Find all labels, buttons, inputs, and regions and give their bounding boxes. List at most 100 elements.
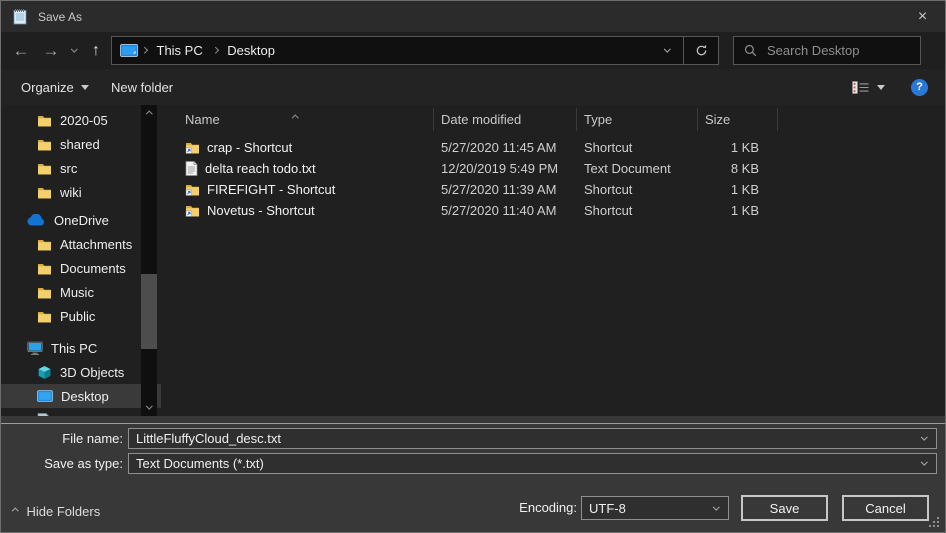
file-type: Shortcut (584, 140, 632, 155)
address-dropdown-button[interactable] (651, 37, 683, 64)
file-size: 1 KB (731, 140, 759, 155)
sidebar-item-src[interactable]: src (1, 156, 161, 180)
chevron-up-icon (12, 508, 18, 514)
footer-divider (1, 423, 945, 424)
recent-locations-button[interactable] (65, 32, 83, 69)
notepad-icon (11, 8, 29, 26)
folder-shortcut-icon (185, 204, 200, 217)
save-as-type-combobox[interactable]: Text Documents (*.txt) (128, 453, 937, 474)
column-divider[interactable] (433, 108, 434, 131)
command-toolbar: Organize New folder ? (1, 69, 945, 105)
file-name-label: File name: (1, 428, 123, 449)
sidebar-item-label: Desktop (61, 389, 109, 404)
search-box[interactable] (733, 36, 921, 65)
back-button[interactable]: ← (7, 32, 35, 69)
column-header-size[interactable]: Size (697, 105, 777, 134)
save-as-dialog: Save As × ← → ↑ This PC Desktop Organize (0, 0, 946, 533)
file-name: FIREFIGHT - Shortcut (207, 182, 335, 197)
breadcrumb-this-pc[interactable]: This PC (151, 43, 209, 58)
sidebar-item-shared[interactable]: shared (1, 132, 161, 156)
resize-grip-icon[interactable] (929, 517, 940, 528)
up-button[interactable]: ↑ (83, 32, 109, 69)
file-rows: crap - Shortcut 5/27/2020 11:45 AM Shortcu… (161, 137, 945, 221)
sidebar-scrollbar[interactable] (141, 105, 157, 416)
sidebar-item-music[interactable]: Music (1, 280, 161, 304)
folder-icon (37, 114, 52, 127)
sidebar-item-label: OneDrive (54, 213, 109, 228)
folder-shortcut-icon (185, 141, 200, 154)
file-name-combobox[interactable]: LittleFluffyCloud_desc.txt (128, 428, 937, 449)
refresh-button[interactable] (684, 37, 718, 64)
chevron-down-icon[interactable] (921, 459, 927, 465)
address-row: ← → ↑ This PC Desktop (1, 32, 945, 69)
file-date-modified: 5/27/2020 11:45 AM (441, 140, 556, 155)
breadcrumb-desktop[interactable]: Desktop (221, 43, 281, 58)
sidebar-item-onedrive[interactable]: OneDrive (1, 208, 161, 232)
file-row[interactable]: FIREFIGHT - Shortcut5/27/2020 11:39 AMSh… (161, 179, 945, 200)
forward-button[interactable]: → (37, 32, 65, 69)
content-area: 2020-05 shared srcwiki OneDrive Attachments D… (1, 105, 945, 416)
hide-folders-button[interactable]: Hide Folders (13, 499, 100, 523)
views-dropdown-icon[interactable] (877, 85, 885, 90)
help-button[interactable]: ? (911, 79, 928, 96)
column-header-name[interactable]: Name (161, 105, 433, 134)
folder-icon (37, 262, 52, 275)
encoding-combobox[interactable]: UTF-8 (581, 496, 729, 520)
file-size: 1 KB (731, 182, 759, 197)
sidebar-item-label: Music (60, 285, 94, 300)
search-input[interactable] (765, 42, 920, 59)
title-bar[interactable]: Save As (1, 1, 945, 32)
scrollbar-thumb[interactable] (141, 274, 157, 349)
sidebar-item-label: This PC (51, 341, 97, 356)
sidebar-item-label: shared (60, 137, 100, 152)
cancel-button[interactable]: Cancel (842, 495, 929, 521)
up-arrow-icon: ↑ (92, 42, 100, 60)
sidebar-item-wiki[interactable]: wiki (1, 180, 161, 204)
sidebar-item-attachments[interactable]: Attachments (1, 232, 161, 256)
view-details-icon[interactable] (852, 81, 869, 94)
file-name: crap - Shortcut (207, 140, 292, 155)
sidebar-item-documents[interactable]: Documents (1, 256, 161, 280)
organize-button[interactable]: Organize (21, 69, 89, 105)
chevron-down-icon[interactable] (921, 434, 927, 440)
column-divider[interactable] (697, 108, 698, 131)
chevron-down-icon[interactable] (713, 503, 719, 509)
column-divider[interactable] (777, 108, 778, 131)
file-list-pane: Name Date modified Type Size crap - Shor… (161, 105, 945, 416)
file-row[interactable]: delta reach todo.txt12/20/2019 5:49 PMTe… (161, 158, 945, 179)
file-row[interactable]: crap - Shortcut 5/27/2020 11:45 AM Shortcu… (161, 137, 945, 158)
sidebar-item-3d-objects[interactable]: 3D Objects (1, 360, 161, 384)
file-name: Novetus - Shortcut (207, 203, 315, 218)
sidebar-item-partial[interactable] (1, 408, 161, 416)
new-folder-button[interactable]: New folder (111, 69, 173, 105)
sidebar-item-this-pc[interactable]: This PC (1, 336, 161, 360)
scroll-down-icon[interactable] (141, 400, 157, 414)
address-bar[interactable]: This PC Desktop (111, 36, 719, 65)
file-row[interactable]: Novetus - Shortcut5/27/2020 11:40 AMShor… (161, 200, 945, 221)
forward-arrow-icon: → (43, 41, 60, 61)
scroll-up-icon[interactable] (141, 107, 157, 121)
save-as-type-value[interactable]: Text Documents (*.txt) (129, 456, 922, 471)
sidebar-item-label: Attachments (60, 237, 132, 252)
window-title: Save As (38, 10, 82, 24)
dropdown-triangle-icon (81, 85, 89, 90)
footer-panel: File name: LittleFluffyCloud_desc.txt Sa… (1, 416, 945, 533)
close-button[interactable]: × (900, 1, 945, 32)
cloud-icon (27, 214, 46, 226)
sidebar-item-public[interactable]: Public (1, 304, 161, 328)
file-date-modified: 5/27/2020 11:40 AM (441, 203, 556, 218)
encoding-value[interactable]: UTF-8 (582, 501, 714, 516)
encoding-label: Encoding: (481, 496, 577, 520)
column-divider[interactable] (576, 108, 577, 131)
file-name: delta reach todo.txt (205, 161, 316, 176)
file-name-value[interactable]: LittleFluffyCloud_desc.txt (129, 431, 922, 446)
sidebar-item-2020-05[interactable]: 2020-05 (1, 108, 161, 132)
column-header-type[interactable]: Type (576, 105, 697, 134)
toolbar-right-group: ? (852, 69, 928, 105)
sidebar-item-label: 3D Objects (60, 365, 124, 380)
save-button[interactable]: Save (741, 495, 828, 521)
sidebar-item-desktop[interactable]: Desktop (1, 384, 161, 408)
cube-icon (37, 365, 52, 380)
save-as-type-label: Save as type: (1, 453, 123, 474)
column-header-date-modified[interactable]: Date modified (433, 105, 576, 134)
